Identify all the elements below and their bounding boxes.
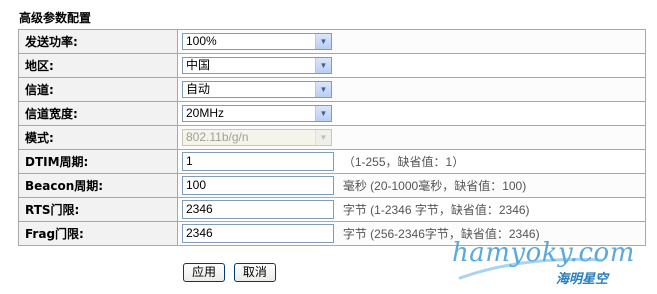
row-beacon: Beacon周期: 100 毫秒 (20-1000毫秒，缺省值：100) bbox=[18, 173, 646, 198]
chevron-down-icon[interactable]: ▼ bbox=[315, 82, 331, 97]
channel-width-label: 信道宽度: bbox=[18, 101, 178, 126]
channel-select[interactable]: 自动 ▼ bbox=[182, 81, 332, 98]
mode-select: 802.11b/g/n ▼ bbox=[182, 129, 332, 146]
row-channel-width: 信道宽度: 20MHz ▼ bbox=[18, 101, 646, 126]
advanced-settings-table: 发送功率: 100% ▼ 地区: 中国 ▼ 信道: 自动 ▼ 信道宽度: 20M… bbox=[18, 29, 646, 246]
region-value: 中国 bbox=[186, 58, 211, 72]
row-region: 地区: 中国 ▼ bbox=[18, 53, 646, 78]
chevron-down-icon[interactable]: ▼ bbox=[315, 34, 331, 49]
beacon-hint: 毫秒 (20-1000毫秒，缺省值：100) bbox=[342, 179, 527, 193]
row-tx-power: 发送功率: 100% ▼ bbox=[18, 29, 646, 54]
chevron-down-icon: ▼ bbox=[315, 130, 331, 145]
chevron-down-icon[interactable]: ▼ bbox=[315, 58, 331, 73]
tx-power-label: 发送功率: bbox=[18, 29, 178, 54]
channel-value: 自动 bbox=[186, 82, 211, 96]
frag-input[interactable]: 2346 bbox=[182, 224, 334, 243]
rts-label: RTS门限: bbox=[18, 197, 178, 222]
section-title: 高级参数配置 bbox=[19, 11, 92, 25]
beacon-label: Beacon周期: bbox=[18, 173, 178, 198]
tx-power-value: 100% bbox=[186, 34, 217, 48]
beacon-input[interactable]: 100 bbox=[182, 176, 334, 195]
channel-width-select[interactable]: 20MHz ▼ bbox=[182, 105, 332, 122]
chevron-down-icon[interactable]: ▼ bbox=[315, 106, 331, 121]
dtim-input[interactable]: 1 bbox=[182, 152, 334, 171]
row-channel: 信道: 自动 ▼ bbox=[18, 77, 646, 102]
row-mode: 模式: 802.11b/g/n ▼ bbox=[18, 125, 646, 150]
watermark-subtext: 海明星空 bbox=[556, 272, 609, 287]
cancel-button[interactable]: 取消 bbox=[233, 263, 276, 282]
tx-power-select[interactable]: 100% ▼ bbox=[182, 33, 332, 50]
region-select[interactable]: 中国 ▼ bbox=[182, 57, 332, 74]
frag-label: Frag门限: bbox=[18, 221, 178, 246]
channel-width-value: 20MHz bbox=[186, 106, 225, 120]
dtim-hint: （1-255，缺省值：1） bbox=[342, 155, 465, 169]
dtim-label: DTIM周期: bbox=[18, 149, 178, 174]
row-dtim: DTIM周期: 1 （1-255，缺省值：1） bbox=[18, 149, 646, 174]
mode-label: 模式: bbox=[18, 125, 178, 150]
watermark-logo: hamyoky.com 海明星空 bbox=[452, 238, 652, 288]
region-label: 地区: bbox=[18, 53, 178, 78]
row-rts: RTS门限: 2346 字节 (1-2346 字节，缺省值：2346) bbox=[18, 197, 646, 222]
mode-value: 802.11b/g/n bbox=[186, 130, 249, 144]
rts-hint: 字节 (1-2346 字节，缺省值：2346) bbox=[342, 203, 530, 217]
apply-button[interactable]: 应用 bbox=[183, 263, 226, 282]
watermark-text: hamyoky.com bbox=[452, 238, 635, 268]
rts-input[interactable]: 2346 bbox=[182, 200, 334, 219]
channel-label: 信道: bbox=[18, 77, 178, 102]
button-bar: 应用 取消 bbox=[183, 263, 281, 282]
